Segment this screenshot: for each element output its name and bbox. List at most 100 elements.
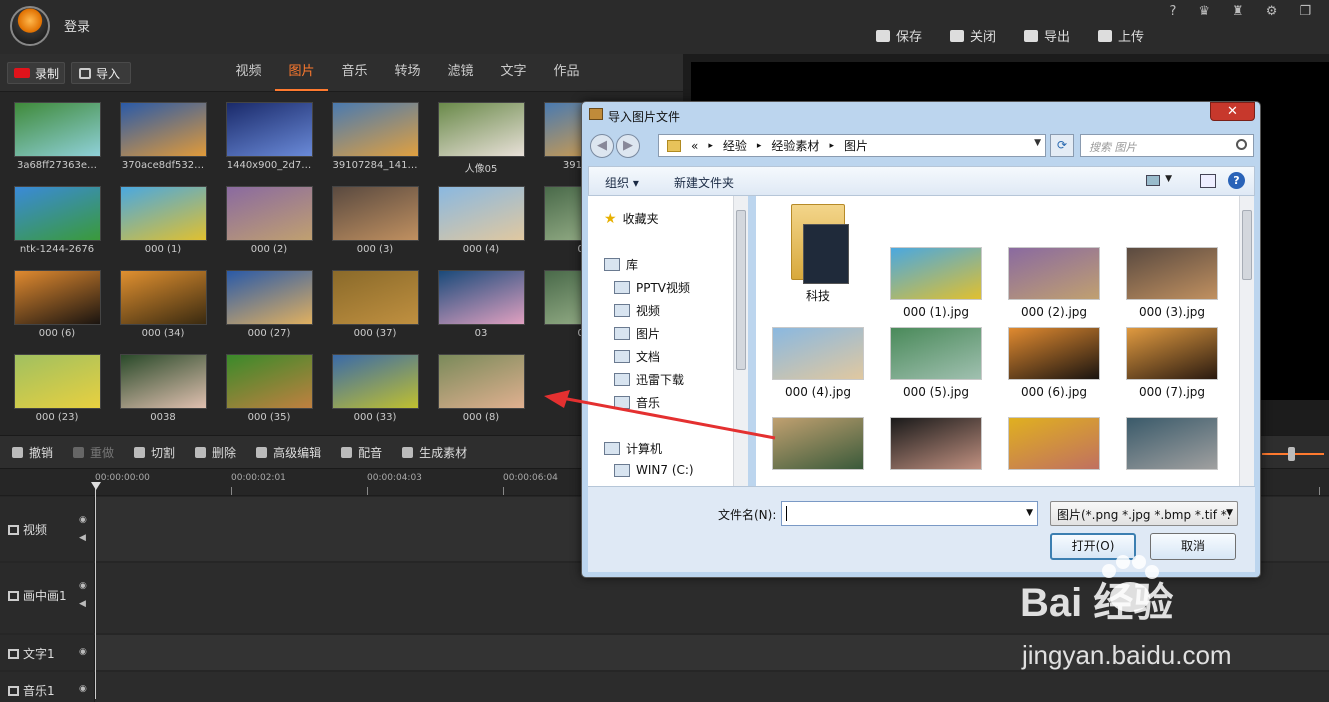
refresh-button[interactable]: ⟳ bbox=[1050, 134, 1074, 157]
back-button[interactable]: ◀ bbox=[590, 134, 614, 158]
file-item[interactable]: 000 (1).jpg bbox=[882, 247, 990, 319]
action-0-button[interactable]: 保存 bbox=[876, 26, 922, 45]
nav-library-item[interactable]: PPTV视频 bbox=[614, 279, 690, 296]
nav-libraries[interactable]: 库 bbox=[604, 256, 638, 273]
dialog-close-button[interactable]: ✕ bbox=[1210, 102, 1255, 121]
nav-drive-c[interactable]: WIN7 (C:) bbox=[614, 463, 694, 477]
nav-favorites[interactable]: ★ 收藏夹 bbox=[604, 210, 659, 227]
tab-2[interactable]: 音乐 bbox=[328, 54, 381, 91]
action-3-button[interactable]: 上传 bbox=[1098, 26, 1144, 45]
generate-material-button[interactable]: 生成素材 bbox=[402, 444, 467, 461]
volume-icon[interactable]: ◀ bbox=[79, 599, 86, 609]
notification-icon[interactable]: ♜ bbox=[1232, 4, 1244, 19]
media-item[interactable]: 000 (1) bbox=[110, 186, 216, 255]
organize-menu[interactable]: 组织 ▾ bbox=[605, 174, 639, 191]
settings-icon[interactable]: ⚙ bbox=[1266, 4, 1278, 19]
file-item[interactable] bbox=[1118, 417, 1226, 475]
record-button[interactable]: 录制 bbox=[7, 62, 65, 84]
preview-pane-icon[interactable] bbox=[1200, 174, 1216, 188]
view-dropdown-icon[interactable]: ▼ bbox=[1165, 174, 1172, 184]
action-2-button[interactable]: 导出 bbox=[1024, 26, 1070, 45]
volume-icon[interactable]: ◀ bbox=[79, 533, 86, 543]
visibility-icon[interactable]: ◉ bbox=[79, 515, 87, 525]
filename-input[interactable]: ▼ bbox=[781, 501, 1038, 526]
advanced-edit-button[interactable]: 高级编辑 bbox=[256, 444, 321, 461]
media-item[interactable]: 000 (3) bbox=[322, 186, 428, 255]
visibility-icon[interactable]: ◉ bbox=[79, 647, 87, 657]
nav-computer[interactable]: 计算机 bbox=[604, 440, 662, 457]
cut-button[interactable]: 切割 bbox=[134, 444, 175, 461]
file-item[interactable] bbox=[882, 417, 990, 475]
media-item[interactable]: 人像05 bbox=[428, 102, 534, 175]
media-item[interactable]: 0038 bbox=[110, 354, 216, 423]
media-item[interactable]: 000 (4) bbox=[428, 186, 534, 255]
media-item[interactable]: 39107284_141… bbox=[322, 102, 428, 171]
file-item[interactable] bbox=[764, 417, 872, 475]
action-1-button[interactable]: 关闭 bbox=[950, 26, 996, 45]
undo-button[interactable]: 撤销 bbox=[12, 444, 53, 461]
nav-scrollbar-thumb[interactable] bbox=[736, 210, 746, 370]
file-item[interactable]: 科技 bbox=[764, 200, 872, 304]
media-item[interactable]: 000 (8) bbox=[428, 354, 534, 423]
media-item[interactable]: 000 (34) bbox=[110, 270, 216, 339]
media-item[interactable]: 000 (2) bbox=[216, 186, 322, 255]
playhead[interactable] bbox=[91, 482, 101, 699]
new-folder-button[interactable]: 新建文件夹 bbox=[674, 174, 734, 191]
dub-button[interactable]: 配音 bbox=[341, 444, 382, 461]
file-item[interactable]: 000 (7).jpg bbox=[1118, 327, 1226, 399]
breadcrumb-item[interactable]: 经验素材 bbox=[771, 137, 819, 154]
files-scrollbar-thumb[interactable] bbox=[1242, 210, 1252, 280]
media-item[interactable]: 3a68ff27363e… bbox=[4, 102, 110, 171]
search-input[interactable]: 搜索 图片 bbox=[1080, 134, 1254, 157]
file-item[interactable]: 000 (4).jpg bbox=[764, 327, 872, 399]
nav-library-item[interactable]: 文档 bbox=[614, 348, 660, 365]
breadcrumb-item[interactable]: « bbox=[691, 139, 698, 153]
redo-button[interactable]: 重做 bbox=[73, 444, 114, 461]
tab-3[interactable]: 转场 bbox=[381, 54, 434, 91]
visibility-icon[interactable]: ◉ bbox=[79, 684, 87, 694]
import-button[interactable]: 导入 bbox=[71, 62, 131, 84]
tab-0[interactable]: 视频 bbox=[222, 54, 275, 91]
address-bar[interactable]: « ▸ 经验 ▸ 经验素材 ▸ 图片 ▼ bbox=[658, 134, 1046, 157]
file-item[interactable] bbox=[1000, 417, 1108, 475]
filetype-select[interactable]: 图片(*.png *.jpg *.bmp *.tif *. ▼ bbox=[1050, 501, 1238, 526]
nav-library-item[interactable]: 视频 bbox=[614, 302, 660, 319]
files-scrollbar[interactable] bbox=[1239, 196, 1254, 486]
nav-library-item[interactable]: 图片 bbox=[614, 325, 660, 342]
media-item[interactable]: 000 (6) bbox=[4, 270, 110, 339]
media-item[interactable]: 000 (35) bbox=[216, 354, 322, 423]
nav-scrollbar[interactable] bbox=[733, 196, 748, 486]
media-item[interactable]: ntk-1244-2676 bbox=[4, 186, 110, 255]
help-icon[interactable]: ? bbox=[1169, 4, 1176, 19]
file-item[interactable]: 000 (3).jpg bbox=[1118, 247, 1226, 319]
media-item[interactable]: 03 bbox=[428, 270, 534, 339]
media-item[interactable]: 1440x900_2d7… bbox=[216, 102, 322, 171]
chevron-down-icon[interactable]: ▼ bbox=[1034, 138, 1041, 148]
media-item[interactable]: 000 (23) bbox=[4, 354, 110, 423]
tab-6[interactable]: 作品 bbox=[540, 54, 593, 91]
breadcrumb-item[interactable]: 图片 bbox=[844, 137, 868, 154]
breadcrumb-item[interactable]: 经验 bbox=[723, 137, 747, 154]
restore-window-icon[interactable]: ❐ bbox=[1299, 4, 1311, 19]
file-item[interactable]: 000 (5).jpg bbox=[882, 327, 990, 399]
media-item[interactable]: 000 (27) bbox=[216, 270, 322, 339]
visibility-icon[interactable]: ◉ bbox=[79, 581, 87, 591]
chevron-down-icon[interactable]: ▼ bbox=[1026, 508, 1033, 518]
tab-4[interactable]: 滤镜 bbox=[434, 54, 487, 91]
vip-icon[interactable]: ♛ bbox=[1198, 4, 1210, 19]
file-item[interactable]: 000 (6).jpg bbox=[1000, 327, 1108, 399]
view-mode-icon[interactable] bbox=[1146, 175, 1160, 186]
forward-button[interactable]: ▶ bbox=[616, 134, 640, 158]
media-item[interactable]: 000 (33) bbox=[322, 354, 428, 423]
zoom-slider-handle[interactable] bbox=[1288, 447, 1295, 461]
login-link[interactable]: 登录 bbox=[64, 16, 90, 35]
help-icon[interactable]: ? bbox=[1228, 172, 1245, 189]
media-item[interactable]: 000 (37) bbox=[322, 270, 428, 339]
delete-button[interactable]: 删除 bbox=[195, 444, 236, 461]
file-item[interactable]: 000 (2).jpg bbox=[1000, 247, 1108, 319]
nav-library-item[interactable]: 音乐 bbox=[614, 394, 660, 411]
tab-5[interactable]: 文字 bbox=[487, 54, 540, 91]
media-item[interactable]: 370ace8df532… bbox=[110, 102, 216, 171]
tab-1[interactable]: 图片 bbox=[275, 54, 328, 91]
nav-library-item[interactable]: 迅雷下载 bbox=[614, 371, 684, 388]
